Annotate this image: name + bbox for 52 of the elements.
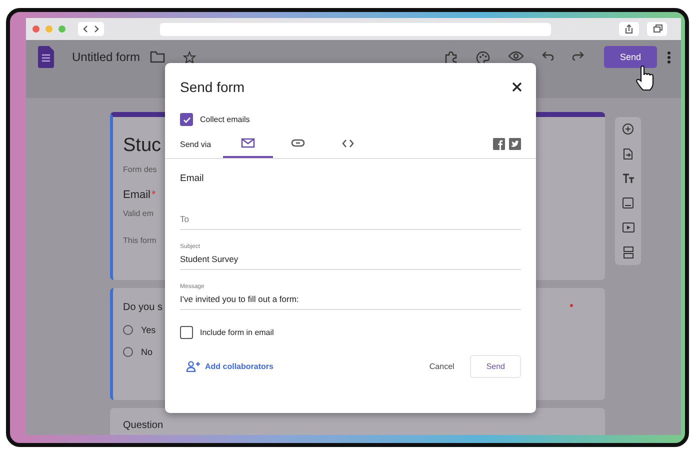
code-icon xyxy=(342,138,354,148)
palette-icon[interactable] xyxy=(476,51,490,65)
back-forward-icon[interactable] xyxy=(78,22,104,36)
eye-icon[interactable] xyxy=(508,51,524,61)
send-button[interactable]: Send xyxy=(604,46,657,68)
required-dot-icon xyxy=(570,304,573,307)
folder-icon[interactable] xyxy=(150,51,166,63)
star-icon[interactable] xyxy=(183,51,196,64)
close-icon[interactable] xyxy=(512,82,522,92)
import-icon[interactable] xyxy=(623,148,633,160)
send-via-label: Send via xyxy=(180,140,212,148)
question-label: Email xyxy=(123,189,151,201)
facebook-icon[interactable] xyxy=(493,138,505,150)
image-icon[interactable] xyxy=(622,197,634,209)
checkbox[interactable] xyxy=(180,113,193,126)
checkbox[interactable] xyxy=(180,326,193,339)
form-description: Form des xyxy=(123,165,157,174)
address-field[interactable] xyxy=(160,22,551,36)
add-person-icon xyxy=(186,361,201,372)
question-hint: Valid em xyxy=(123,209,154,218)
question-text: Question xyxy=(123,420,164,431)
section-icon[interactable] xyxy=(622,246,634,259)
undo-icon[interactable] xyxy=(542,51,554,61)
dialog-title: Send form xyxy=(180,79,245,95)
video-icon[interactable] xyxy=(622,222,634,233)
add-icon[interactable] xyxy=(622,123,634,135)
cancel-button[interactable]: Cancel xyxy=(419,356,464,377)
link-icon xyxy=(291,139,306,147)
document-icon[interactable] xyxy=(38,46,54,68)
form-title[interactable]: Untitled form xyxy=(72,50,140,64)
checkbox-label: Include form in email xyxy=(200,328,274,337)
share-icon[interactable] xyxy=(619,22,639,36)
redo-icon[interactable] xyxy=(572,51,584,61)
text-size-icon[interactable] xyxy=(622,173,634,184)
hand-cursor-icon xyxy=(635,65,655,91)
required-mark: * xyxy=(152,189,156,201)
send-button[interactable]: Send xyxy=(470,355,521,378)
twitter-icon[interactable] xyxy=(509,138,521,150)
radio-button[interactable] xyxy=(123,325,133,335)
question-text: Do you s xyxy=(123,302,162,313)
form-note: This form xyxy=(123,236,156,245)
option-label: No xyxy=(141,347,153,357)
check-icon xyxy=(182,114,192,124)
option-label: Yes xyxy=(141,325,156,335)
tabs-icon[interactable] xyxy=(647,22,667,36)
form-title-text: Stuc xyxy=(123,135,162,157)
checkbox-label: Collect emails xyxy=(200,115,250,124)
section-title: Email xyxy=(180,173,205,184)
add-collaborators-button[interactable]: Add collaborators xyxy=(180,357,280,376)
more-icon[interactable] xyxy=(667,51,671,64)
envelope-icon xyxy=(241,138,256,148)
radio-button[interactable] xyxy=(123,347,133,357)
